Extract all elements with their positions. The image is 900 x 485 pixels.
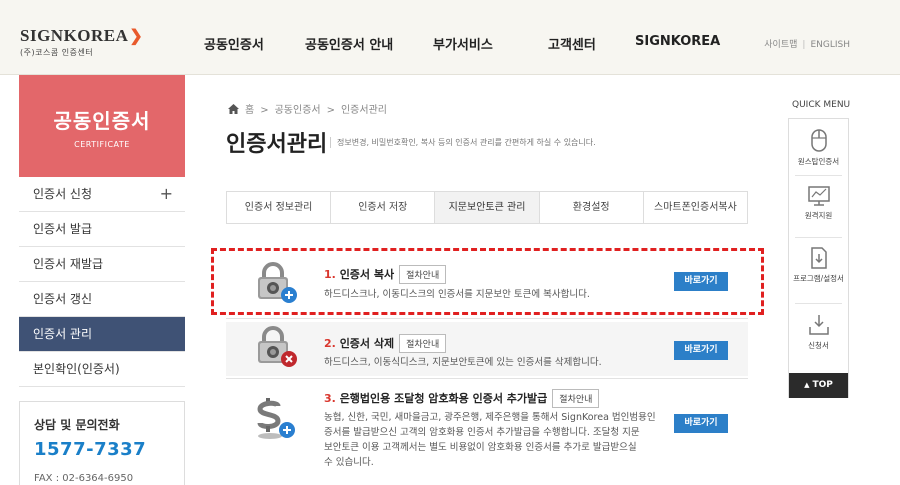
quick-menu-label-text: 원격지원 — [804, 211, 833, 220]
sidebar-item-identity[interactable]: 본인확인(인증서) — [19, 352, 185, 387]
page-title: 인증서관리 — [226, 132, 328, 157]
lock-delete-icon — [258, 326, 297, 367]
quick-menu-onestop[interactable]: 원스탑인증서 — [789, 127, 848, 167]
item-title-text: 은행법인용 조달청 암호화용 인증서 추가발급 — [339, 392, 548, 405]
util-links: 사이트맵 | ENGLISH — [764, 37, 850, 50]
sidebar-item-manage[interactable]: 인증서 관리 — [19, 317, 185, 352]
sidebar-item-label: 인증서 재발급 — [33, 257, 104, 271]
chevron-right-icon: ❯ — [129, 28, 144, 45]
breadcrumb-level2[interactable]: 인증서관리 — [341, 105, 387, 116]
quick-menu-label-text: 원스탑인증서 — [797, 157, 840, 166]
item-title: 2. 인증서 삭제 절차안내 — [324, 334, 447, 353]
list-item-delete: 2. 인증서 삭제 절차안내 하드디스크, 이동식디스크, 지문보안토큰에 있는 … — [226, 322, 748, 376]
download-doc-icon — [810, 247, 827, 269]
list-item-additional-issue: 3. 은행법인용 조달청 암호화용 인증서 추가발급 절차안내 농협, 신한, 국… — [226, 382, 748, 482]
contact-label: 상담 및 문의전화 — [34, 418, 120, 432]
item-description-line: 증서를 발급받으신 고객의 암호화용 인증서 추가발급을 수행합니다. 조달청 … — [324, 427, 640, 438]
item-divider — [226, 318, 748, 319]
sidebar-item-label: 본인확인(인증서) — [33, 362, 120, 376]
quick-menu-remote[interactable]: 원격지원 — [789, 185, 848, 221]
quick-menu-divider — [795, 237, 842, 238]
tab-settings[interactable]: 환경설정 — [540, 192, 644, 223]
sidebar-title: 공동인증서 — [53, 109, 151, 133]
top-button[interactable]: ▲ TOP — [789, 373, 848, 398]
item-divider — [226, 378, 748, 379]
breadcrumb-level1[interactable]: 공동인증서 — [275, 105, 321, 116]
item-title: 3. 은행법인용 조달청 암호화용 인증서 추가발급 절차안내 — [324, 389, 600, 408]
page-description: 정보변경, 비밀번호확인, 복사 등의 인증서 관리를 간편하게 하실 수 있습… — [330, 137, 596, 148]
tab-cert-info[interactable]: 인증서 정보관리 — [227, 192, 332, 223]
money-add-icon — [257, 398, 295, 439]
english-link[interactable]: ENGLISH — [810, 40, 850, 50]
quick-menu-application[interactable]: 신청서 — [789, 313, 848, 351]
logo-main-text: SIGNKOREA — [20, 26, 129, 45]
signkorea-logo[interactable]: SIGNKOREA❯ (주)코스콤 인증센터 — [20, 26, 143, 58]
plus-icon: + — [159, 184, 173, 203]
nav-item-signkorea[interactable]: SIGNKOREA — [635, 34, 720, 49]
up-arrow-icon: ▲ — [804, 381, 810, 389]
tab-cert-save[interactable]: 인증서 저장 — [331, 192, 436, 223]
breadcrumb: 홈 > 공동인증서 > 인증서관리 — [228, 101, 387, 116]
nav-item-extra-services[interactable]: 부가서비스 — [433, 34, 493, 53]
item-number: 3. — [324, 392, 336, 405]
quick-menu-divider — [795, 175, 842, 176]
top-button-label: TOP — [812, 380, 833, 390]
procedure-guide-button[interactable]: 절차안내 — [552, 389, 600, 408]
quick-menu-label-text: 신청서 — [808, 341, 829, 350]
header: SIGNKOREA❯ (주)코스콤 인증센터 공동인증서 공동인증서 안내 부가… — [0, 0, 900, 75]
util-separator: | — [802, 40, 806, 50]
quick-menu: 원스탑인증서 원격지원 프로그램/설정서 신청서 ▲ TOP — [788, 118, 849, 398]
breadcrumb-separator: > — [326, 105, 335, 116]
sidebar-menu: 인증서 신청 + 인증서 발급 인증서 재발급 인증서 갱신 인증서 관리 본인확… — [19, 177, 185, 387]
sidebar-item-label: 인증서 발급 — [33, 222, 93, 236]
home-icon — [228, 104, 239, 114]
item-description: 하드디스크, 이동식디스크, 지문보안토큰에 있는 인증서를 삭제합니다. — [324, 355, 602, 370]
item-description-line: 농협, 신한, 국민, 새마을금고, 광주은행, 제주은행을 통해서 SignK… — [324, 412, 656, 423]
go-button[interactable]: 바로가기 — [674, 414, 728, 433]
nav-item-certificate-guide[interactable]: 공동인증서 안내 — [305, 34, 393, 53]
procedure-guide-button[interactable]: 절차안내 — [399, 334, 447, 353]
tab-bar: 인증서 정보관리 인증서 저장 지문보안토큰 관리 환경설정 스마트폰인증서복사 — [226, 191, 748, 224]
nav-item-customer-center[interactable]: 고객센터 — [548, 34, 596, 53]
sidebar-item-label: 인증서 관리 — [33, 327, 93, 341]
breadcrumb-home[interactable]: 홈 — [245, 105, 254, 116]
download-tray-icon — [808, 315, 829, 335]
sidebar-header: 공동인증서 CERTIFICATE — [19, 75, 185, 177]
sidebar-item-issue[interactable]: 인증서 발급 — [19, 212, 185, 247]
sidebar-item-reissue[interactable]: 인증서 재발급 — [19, 247, 185, 282]
sidebar-item-label: 인증서 신청 — [33, 187, 93, 201]
breadcrumb-separator: > — [260, 105, 269, 116]
sidebar-subtitle: CERTIFICATE — [74, 140, 130, 149]
go-button[interactable]: 바로가기 — [674, 341, 728, 360]
quick-menu-divider — [795, 303, 842, 304]
highlight-annotation — [211, 248, 764, 315]
item-description: 농협, 신한, 국민, 새마을금고, 광주은행, 제주은행을 통해서 SignK… — [324, 410, 656, 470]
monitor-icon — [807, 186, 830, 206]
item-description-line: 수 있습니다. — [324, 457, 374, 468]
nav-item-certificate[interactable]: 공동인증서 — [204, 34, 264, 53]
contact-box: 상담 및 문의전화 1577-7337 FAX : 02-6364-6950 — [19, 401, 185, 485]
item-title-text: 인증서 삭제 — [339, 337, 395, 350]
contact-fax: FAX : 02-6364-6950 — [34, 473, 134, 484]
item-description-line: 하드디스크, 이동식디스크, 지문보안토큰에 있는 인증서를 삭제합니다. — [324, 357, 602, 368]
sidebar-item-label: 인증서 갱신 — [33, 292, 93, 306]
sidebar-item-apply[interactable]: 인증서 신청 + — [19, 177, 185, 212]
tab-fingerprint-token[interactable]: 지문보안토큰 관리 — [435, 192, 540, 223]
quick-menu-label-text: 프로그램/설정서 — [793, 274, 844, 283]
mouse-icon — [810, 129, 827, 152]
quick-menu-program[interactable]: 프로그램/설정서 — [789, 246, 848, 284]
item-description-line: 보안토큰 이용 고객께서는 별도 비용없이 암호화용 인증서를 추가로 발급받으… — [324, 442, 637, 453]
logo-sub-text: (주)코스콤 인증센터 — [20, 48, 94, 57]
item-number: 2. — [324, 337, 336, 350]
quick-menu-label: QUICK MENU — [792, 100, 851, 110]
sidebar-item-renew[interactable]: 인증서 갱신 — [19, 282, 185, 317]
sitemap-link[interactable]: 사이트맵 — [764, 40, 797, 50]
contact-tel: 1577-7337 — [34, 439, 147, 460]
tab-smartphone-copy[interactable]: 스마트폰인증서복사 — [644, 192, 747, 223]
